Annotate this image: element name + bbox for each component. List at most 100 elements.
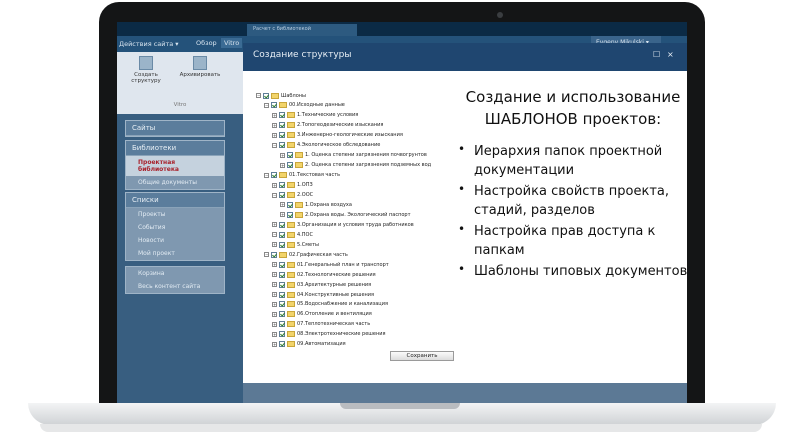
nav-shared-docs[interactable]: Общие документы (126, 176, 224, 189)
tree-node[interactable]: − 00.Исходные данные (264, 101, 345, 110)
checkbox-icon[interactable] (279, 142, 285, 149)
tree-node[interactable]: − 02.Графическая часть (264, 250, 348, 259)
tree-node[interactable]: +05.Водоснабжение и канализация (272, 300, 388, 309)
tree-node[interactable]: +04.Конструктивные решения (272, 290, 374, 299)
nav-sites[interactable]: Сайты (126, 121, 224, 136)
archive-button[interactable]: Архивировать (175, 56, 225, 78)
expand-icon[interactable]: + (272, 311, 277, 317)
nav-events[interactable]: События (126, 221, 224, 234)
close-icon[interactable]: × (667, 50, 674, 59)
expand-icon[interactable]: − (272, 232, 277, 238)
checkbox-icon[interactable] (271, 251, 277, 258)
tree-node[interactable]: − Шаблоны (256, 91, 306, 100)
expand-icon[interactable]: + (272, 222, 277, 228)
checkbox-icon[interactable] (287, 152, 293, 159)
maximize-icon[interactable]: ☐ (653, 50, 660, 59)
tree-node[interactable]: +3.Инженерно-геологические изыскания (272, 131, 403, 140)
nav-libraries[interactable]: Библиотеки (126, 141, 224, 156)
expand-icon[interactable]: + (272, 262, 277, 268)
folder-icon (287, 271, 295, 278)
expand-icon[interactable]: + (280, 162, 285, 168)
expand-icon[interactable]: + (272, 182, 277, 188)
checkbox-icon[interactable] (287, 211, 293, 218)
expand-icon[interactable]: + (280, 202, 285, 208)
checkbox-icon[interactable] (279, 331, 285, 338)
checkbox-icon[interactable] (287, 201, 293, 208)
expand-icon[interactable]: + (272, 341, 277, 347)
tree-node[interactable]: +1.ОПЗ (272, 181, 313, 190)
tree-node[interactable]: +08.Электротехнические решения (272, 330, 386, 339)
expand-icon[interactable]: + (272, 132, 277, 138)
checkbox-icon[interactable] (279, 291, 285, 298)
expand-icon[interactable]: + (280, 152, 285, 158)
checkbox-icon[interactable] (279, 311, 285, 318)
expand-icon[interactable]: + (272, 122, 277, 128)
checkbox-icon[interactable] (279, 241, 285, 248)
expand-icon[interactable]: − (264, 102, 269, 108)
nav-recycle[interactable]: Корзина (126, 267, 224, 280)
expand-icon[interactable]: + (272, 301, 277, 307)
expand-icon[interactable]: − (264, 252, 269, 258)
nav-news[interactable]: Новости (126, 234, 224, 247)
checkbox-icon[interactable] (271, 102, 277, 109)
checkbox-icon[interactable] (271, 172, 277, 179)
tab-browse[interactable]: Обзор (193, 38, 220, 48)
create-structure-button[interactable]: Создать структуру (121, 56, 171, 84)
nav-lists[interactable]: Списки (126, 193, 224, 208)
tree-node[interactable]: − 2.ООС (272, 191, 313, 200)
tree-node[interactable]: +01.Генеральный план и транспорт (272, 260, 389, 269)
tree-node[interactable]: +2.Топогеодезические изыскания (272, 121, 383, 130)
checkbox-icon[interactable] (279, 341, 285, 348)
checkbox-icon[interactable] (279, 231, 285, 238)
tree-node[interactable]: +2.Охрана воды. Экологический паспорт (280, 210, 411, 219)
site-actions-menu[interactable]: Действия сайта ▾ (119, 40, 179, 48)
nav-my-project[interactable]: Мой проект (126, 247, 224, 260)
checkbox-icon[interactable] (279, 221, 285, 228)
checkbox-icon[interactable] (279, 301, 285, 308)
folder-icon (287, 331, 295, 338)
expand-icon[interactable]: − (256, 93, 261, 98)
checkbox-icon[interactable] (279, 182, 285, 189)
checkbox-icon[interactable] (279, 122, 285, 129)
checkbox-icon[interactable] (279, 112, 285, 119)
tree-node[interactable]: +1.Технические условия (272, 111, 358, 120)
expand-icon[interactable]: − (272, 192, 277, 198)
tree-node[interactable]: +3.Организация и условия труда работнико… (272, 220, 414, 229)
checkbox-icon[interactable] (279, 271, 285, 278)
tree-node[interactable]: +06.Отопление и вентиляция (272, 310, 372, 319)
checkbox-icon[interactable] (287, 162, 293, 169)
expand-icon[interactable]: + (272, 292, 277, 297)
expand-icon[interactable]: − (272, 142, 277, 148)
tree-node[interactable]: +1.Охрана воздуха (280, 200, 352, 209)
expand-icon[interactable]: + (272, 321, 277, 327)
tree-node[interactable]: − 4.Экологическое обследование (272, 141, 380, 150)
expand-icon[interactable]: + (272, 242, 277, 248)
tree-node[interactable]: +03.Архитектурные решения (272, 280, 371, 289)
checkbox-icon[interactable] (279, 321, 285, 328)
checkbox-icon[interactable] (279, 281, 285, 288)
nav-projects[interactable]: Проекты (126, 208, 224, 221)
tree-node[interactable]: +07.Теплотехническая часть (272, 320, 370, 329)
tree-node[interactable]: +09.Автоматизация (272, 340, 346, 349)
checkbox-icon[interactable] (279, 132, 285, 139)
tree-node[interactable]: +2. Оценка степени загрязнения подземных… (280, 161, 431, 170)
expand-icon[interactable]: − (264, 172, 269, 178)
expand-icon[interactable]: + (280, 212, 285, 218)
expand-icon[interactable]: + (272, 112, 277, 118)
expand-icon[interactable]: + (272, 272, 277, 278)
tree-node[interactable]: − 01.Текстовая часть (264, 171, 340, 180)
tree-node[interactable]: +1. Оценка степени загрязнения почвогрун… (280, 151, 427, 160)
save-button[interactable]: Сохранить (390, 351, 454, 361)
checkbox-icon[interactable] (279, 192, 285, 198)
checkbox-icon[interactable] (279, 261, 285, 268)
expand-icon[interactable]: + (272, 331, 277, 337)
sp-top-tab[interactable]: Расчет с библиотекой (247, 24, 357, 36)
tab-vitro[interactable]: Vitro (221, 38, 243, 48)
nav-project-library[interactable]: Проектная библиотека (126, 156, 224, 176)
tree-node[interactable]: − 4.ПОС (272, 230, 313, 239)
nav-all-content[interactable]: Весь контент сайта (126, 280, 224, 293)
expand-icon[interactable]: + (272, 282, 277, 288)
checkbox-icon[interactable] (263, 92, 269, 99)
tree-node[interactable]: +5.Сметы (272, 240, 319, 249)
tree-node[interactable]: +02.Технологические решения (272, 270, 376, 279)
